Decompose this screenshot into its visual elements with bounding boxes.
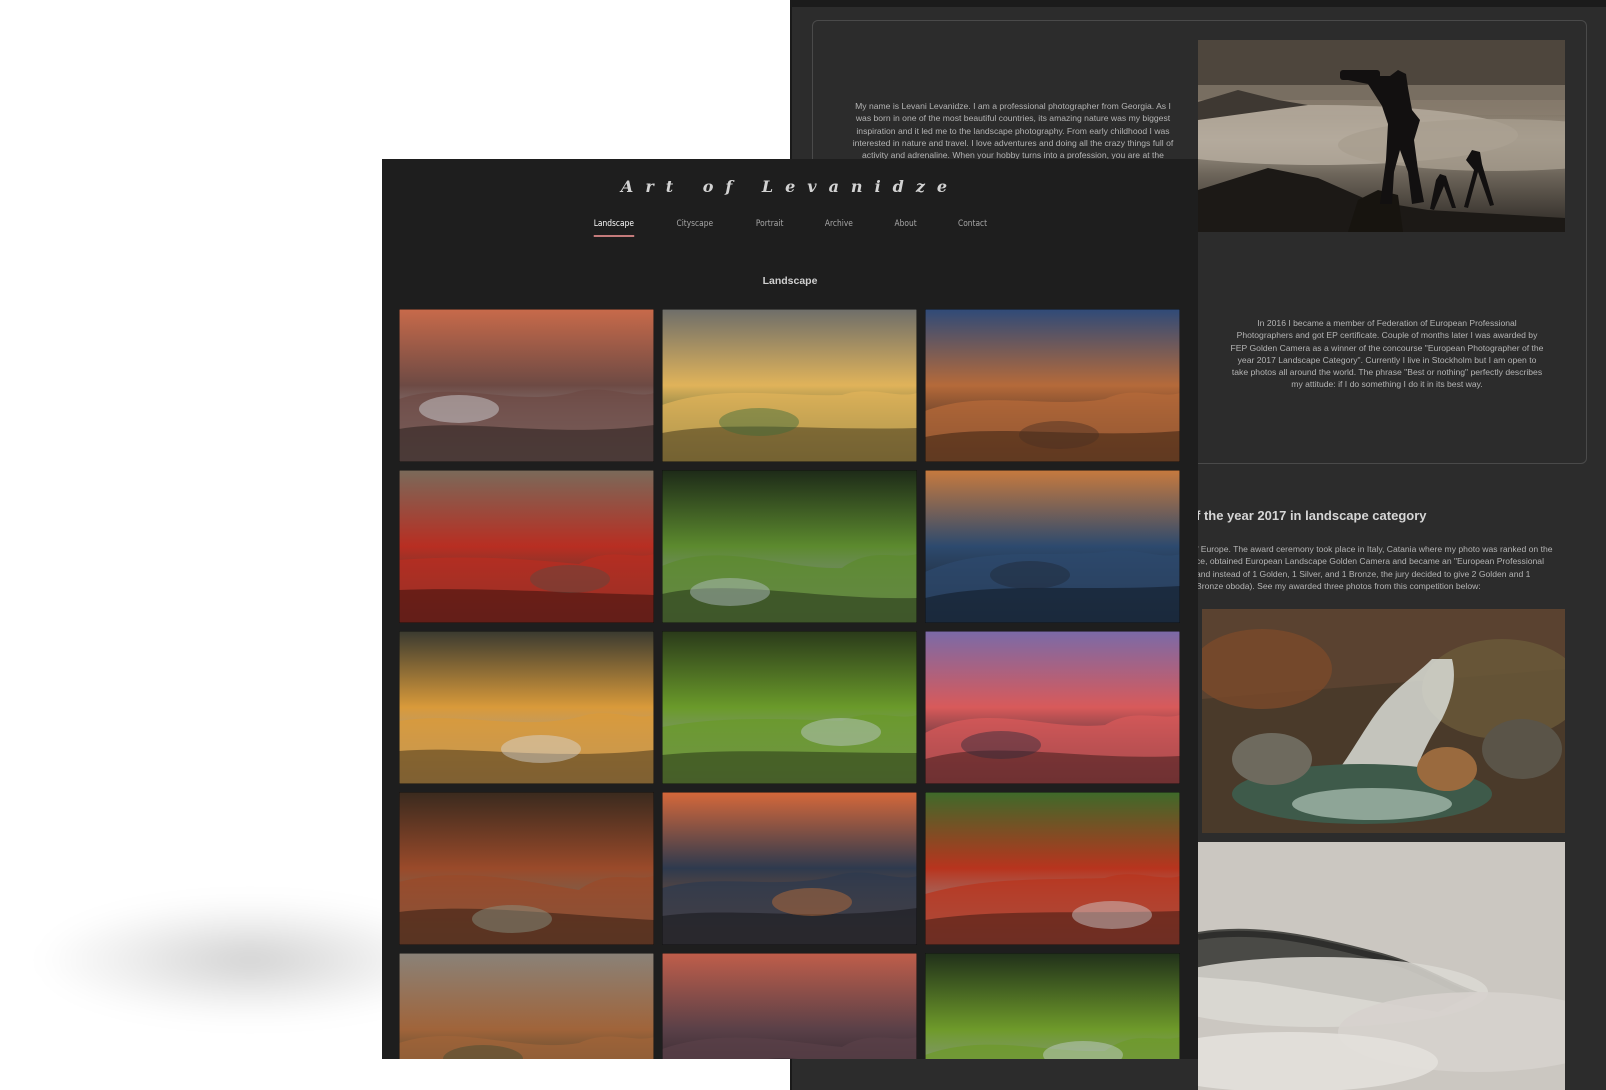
gallery-thumbnail-sea-sunset[interactable] [662,953,917,1059]
gallery-thumbnail-star-trail-cabin[interactable] [399,631,654,784]
award-text: f Europe. The award ceremony took place … [1196,544,1553,591]
gallery-thumbnail-old-town-night[interactable] [925,309,1180,462]
nav-item-contact[interactable]: Contact [958,219,987,237]
main-nav: Landscape Cityscape Portrait Archive Abo… [382,219,1198,237]
gallery-thumbnail-mountain-sunset[interactable] [399,309,654,462]
nav-item-about[interactable]: About [895,219,917,237]
about-bio-text: In 2016 I became a member of Federation … [1230,318,1544,390]
nav-item-cityscape[interactable]: Cityscape [677,219,714,237]
nav-item-archive[interactable]: Archive [825,219,853,237]
nav-item-portrait[interactable]: Portrait [756,219,784,237]
landscape-page-window: Art of Levanidze Landscape Cityscape Por… [382,159,1198,1059]
gallery-thumbnail-forest-stream[interactable] [662,631,917,784]
photographer-photo [1198,40,1565,232]
award-title: f the year 2017 in landscape category [1196,508,1427,523]
gallery-thumbnail-mossy-waterfall[interactable] [662,470,917,623]
gallery-thumbnail-autumn-waterfall[interactable] [399,792,654,945]
award-photo-foggy-forest [1198,842,1565,1090]
gallery-thumbnail-harbor-sunset[interactable] [662,792,917,945]
nav-item-landscape[interactable]: Landscape [593,219,634,237]
photo-gallery [399,309,1181,1059]
gallery-thumbnail-green-cascade[interactable] [925,953,1180,1059]
site-title[interactable]: Art of Levanidze [382,177,1198,196]
gallery-thumbnail-city-roundabout[interactable] [925,631,1180,784]
gallery-thumbnail-swans-lake[interactable] [925,470,1180,623]
about-intro-text: My name is Levani Levanidze. I am a prof… [852,101,1174,161]
gallery-thumbnail-eiffel-tower[interactable] [662,309,917,462]
award-photo-waterfall [1202,609,1565,833]
section-heading: Landscape [762,275,818,287]
gallery-thumbnail-colorful-houses[interactable] [399,470,654,623]
gallery-thumbnail-autumn-creek[interactable] [925,792,1180,945]
about-page-topbar [792,0,1606,7]
gallery-thumbnail-colosseum[interactable] [399,953,654,1059]
